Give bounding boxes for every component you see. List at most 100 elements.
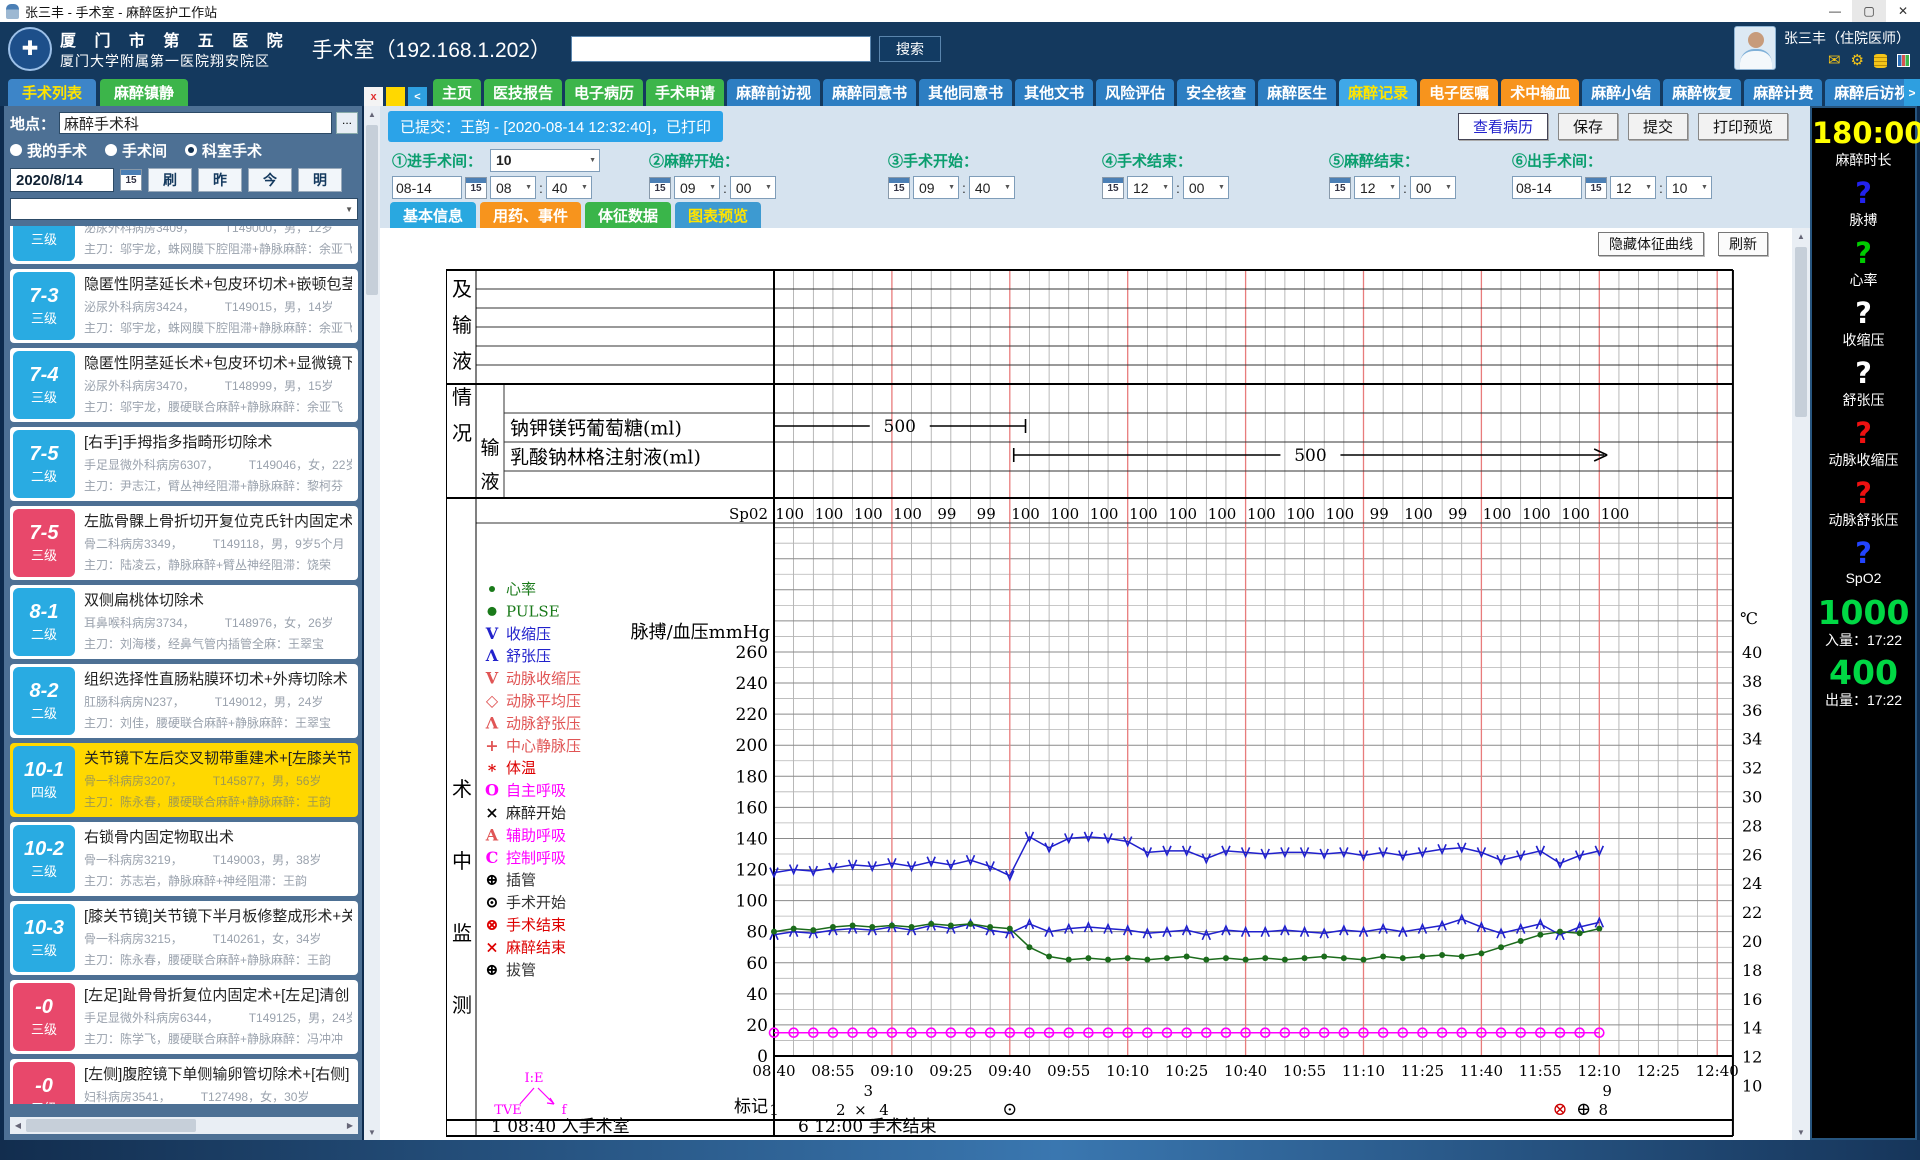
minute-select[interactable]: 40▼ bbox=[969, 176, 1015, 199]
scroll-up-icon[interactable]: ▲ bbox=[368, 106, 376, 122]
tab-麻醉计费[interactable]: 麻醉计费 bbox=[1744, 79, 1822, 106]
hour-select[interactable]: 09▼ bbox=[674, 176, 720, 199]
coins-icon[interactable] bbox=[1874, 54, 1887, 68]
calendar-icon[interactable]: 15 bbox=[465, 177, 487, 199]
hour-select[interactable]: 08▼ bbox=[490, 176, 536, 199]
subtab-图表预览[interactable]: 图表预览 bbox=[675, 202, 761, 228]
calendar-icon[interactable]: 15 bbox=[120, 169, 142, 191]
patient-list-item[interactable]: -0三级[左足]趾骨骨折复位内固定术+[左足]清创手足显微外科病房6344， T… bbox=[10, 980, 358, 1054]
patient-list-item[interactable]: 10-2三级右锁骨内固定物取出术骨一科病房3219， T149003，男，38岁… bbox=[10, 822, 358, 896]
tab-麻醉前访视[interactable]: 麻醉前访视 bbox=[727, 79, 820, 106]
scroll-down-icon[interactable]: ▼ bbox=[368, 1124, 376, 1140]
patient-list-item[interactable]: 7-3三级隐匿性阴茎延长术+包皮环切术+嵌顿包茎泌尿外科病房3424， T149… bbox=[10, 269, 358, 343]
hour-select[interactable]: 12▼ bbox=[1610, 176, 1656, 199]
date-field[interactable]: 08-14 bbox=[392, 176, 462, 199]
scroll-right-icon[interactable]: ▶ bbox=[342, 1121, 358, 1130]
radio-我的手术[interactable]: 我的手术 bbox=[10, 140, 87, 161]
scrollbar-thumb[interactable] bbox=[26, 1119, 196, 1132]
calendar-icon[interactable]: 15 bbox=[1585, 177, 1607, 199]
minute-select[interactable]: 00▼ bbox=[730, 176, 776, 199]
tab-风险评估[interactable]: 风险评估 bbox=[1096, 79, 1174, 106]
close-button[interactable]: ✕ bbox=[1886, 0, 1920, 22]
patient-list-item[interactable]: 10-1四级关节镜下左后交叉韧带重建术+[左膝关节骨一科病房3207， T145… bbox=[10, 743, 358, 817]
date-input[interactable]: 2020/8/14 bbox=[10, 168, 114, 192]
tab-麻醉小结[interactable]: 麻醉小结 bbox=[1582, 79, 1660, 106]
action-button-打印预览[interactable]: 打印预览 bbox=[1698, 113, 1788, 140]
date-button-今[interactable]: 今 bbox=[248, 168, 292, 192]
subtab-体征数据[interactable]: 体征数据 bbox=[585, 202, 671, 228]
patient-filter-dropdown[interactable]: ▼ bbox=[10, 198, 358, 220]
chart-icon[interactable] bbox=[1897, 54, 1910, 67]
calendar-icon[interactable]: 15 bbox=[888, 177, 910, 199]
subtab-用药、事件[interactable]: 用药、事件 bbox=[480, 202, 581, 228]
tab-电子病历[interactable]: 电子病历 bbox=[565, 79, 643, 106]
tab-医技报告[interactable]: 医技报告 bbox=[484, 79, 562, 106]
back-arrow-button[interactable]: < bbox=[408, 87, 427, 106]
patient-list-item[interactable]: 10-3三级[膝关节镜]关节镜下半月板修整成形术+关骨一科病房3215， T14… bbox=[10, 901, 358, 975]
tab-安全核查[interactable]: 安全核查 bbox=[1177, 79, 1255, 106]
action-button-查看病历[interactable]: 查看病历 bbox=[1458, 113, 1548, 140]
tab-麻醉记录[interactable]: 麻醉记录 bbox=[1339, 79, 1417, 106]
chart-vertical-scrollbar[interactable]: ▲ ▼ bbox=[1792, 228, 1810, 1140]
tab-术中输血[interactable]: 术中输血 bbox=[1501, 79, 1579, 106]
patient-list-item[interactable]: 8-2二级组织选择性直肠粘膜环切术+外痔切除术肛肠科病房N237， T14901… bbox=[10, 664, 358, 738]
calendar-icon[interactable]: 15 bbox=[1329, 177, 1351, 199]
calendar-icon[interactable]: 15 bbox=[649, 177, 671, 199]
chart-button-隐藏体征曲线[interactable]: 隐藏体征曲线 bbox=[1598, 232, 1704, 256]
tab-主页[interactable]: 主页 bbox=[433, 79, 481, 106]
chart-button-刷新[interactable]: 刷新 bbox=[1718, 232, 1768, 256]
tab-手术申请[interactable]: 手术申请 bbox=[646, 79, 724, 106]
tab-麻醉医生[interactable]: 麻醉医生 bbox=[1258, 79, 1336, 106]
location-input[interactable] bbox=[59, 112, 332, 134]
yellow-box-button[interactable] bbox=[386, 87, 405, 106]
radio-手术间[interactable]: 手术间 bbox=[105, 140, 167, 161]
room-select[interactable]: 10▼ bbox=[490, 149, 600, 172]
patient-list-item[interactable]: -0三级[左侧]腹腔镜下单侧输卵管切除术+[右侧]妇科病房3541， T1274… bbox=[10, 1059, 358, 1104]
scrollbar-thumb[interactable] bbox=[366, 125, 378, 295]
close-x-button[interactable]: x bbox=[364, 87, 383, 106]
action-button-保存[interactable]: 保存 bbox=[1558, 113, 1618, 140]
gear-icon[interactable]: ⚙ bbox=[1851, 53, 1864, 68]
minute-select[interactable]: 00▼ bbox=[1410, 176, 1456, 199]
action-button-提交[interactable]: 提交 bbox=[1628, 113, 1688, 140]
tab-其他同意书[interactable]: 其他同意书 bbox=[919, 79, 1012, 106]
tab-电子医嘱[interactable]: 电子医嘱 bbox=[1420, 79, 1498, 106]
minute-select[interactable]: 10▼ bbox=[1666, 176, 1712, 199]
sidebar-tab-手术列表[interactable]: 手术列表 bbox=[8, 79, 96, 106]
tab-overflow-arrow[interactable]: > bbox=[1904, 79, 1920, 106]
location-more-button[interactable]: ... bbox=[336, 112, 358, 134]
sidebar-vertical-scrollbar[interactable]: ▲ ▼ bbox=[362, 106, 380, 1140]
tab-其他文书[interactable]: 其他文书 bbox=[1015, 79, 1093, 106]
radio-科室手术[interactable]: 科室手术 bbox=[185, 140, 262, 161]
minute-select[interactable]: 40▼ bbox=[546, 176, 592, 199]
scroll-left-icon[interactable]: ◀ bbox=[10, 1121, 26, 1130]
subtab-基本信息[interactable]: 基本信息 bbox=[390, 202, 476, 228]
sidebar-horizontal-scrollbar[interactable]: ◀ ▶ bbox=[10, 1117, 358, 1134]
patient-list-item[interactable]: 7-2三级隐匿性阴茎延长术+包皮环切术泌尿外科病房3409， T149000，男… bbox=[10, 226, 358, 264]
hour-select[interactable]: 09▼ bbox=[913, 176, 959, 199]
sidebar-tab-麻醉镇静[interactable]: 麻醉镇静 bbox=[100, 79, 188, 106]
scroll-down-icon[interactable]: ▼ bbox=[1797, 1124, 1805, 1140]
minute-select[interactable]: 00▼ bbox=[1183, 176, 1229, 199]
minimize-button[interactable]: — bbox=[1818, 0, 1852, 22]
maximize-button[interactable]: ▢ bbox=[1852, 0, 1886, 22]
search-button[interactable]: 搜索 bbox=[879, 36, 941, 62]
calendar-icon[interactable]: 15 bbox=[1102, 177, 1124, 199]
mail-icon[interactable]: ✉ bbox=[1828, 53, 1841, 68]
patient-list-item[interactable]: 7-5二级[右手]手拇指多指畸形切除术手足显微外科病房6307， T149046… bbox=[10, 427, 358, 501]
date-button-刷[interactable]: 刷 bbox=[148, 168, 192, 192]
scroll-up-icon[interactable]: ▲ bbox=[1797, 228, 1805, 244]
scrollbar-thumb[interactable] bbox=[1795, 247, 1807, 417]
surgery-title: 右锁骨内固定物取出术 bbox=[84, 826, 352, 847]
hour-select[interactable]: 12▼ bbox=[1354, 176, 1400, 199]
date-button-昨[interactable]: 昨 bbox=[198, 168, 242, 192]
tab-麻醉恢复[interactable]: 麻醉恢复 bbox=[1663, 79, 1741, 106]
patient-list-item[interactable]: 8-1二级双侧扁桃体切除术耳鼻喉科病房3734， T148976，女，26岁主刀… bbox=[10, 585, 358, 659]
patient-list-item[interactable]: 7-5三级左肱骨髁上骨折切开复位克氏针内固定术骨二科病房3349， T14911… bbox=[10, 506, 358, 580]
patient-list-item[interactable]: 7-4三级隐匿性阴茎延长术+包皮环切术+显微镜下泌尿外科病房3470， T148… bbox=[10, 348, 358, 422]
hour-select[interactable]: 12▼ bbox=[1127, 176, 1173, 199]
date-field[interactable]: 08-14 bbox=[1512, 176, 1582, 199]
tab-麻醉同意书[interactable]: 麻醉同意书 bbox=[823, 79, 916, 106]
date-button-明[interactable]: 明 bbox=[298, 168, 342, 192]
search-input[interactable] bbox=[571, 36, 871, 62]
